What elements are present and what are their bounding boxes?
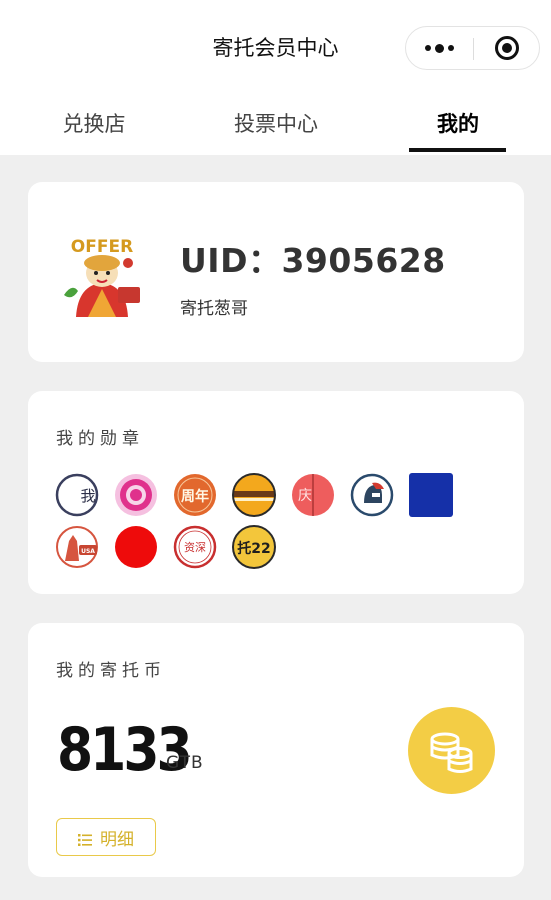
active-tab-indicator (409, 148, 506, 152)
mini-program-capsule (405, 26, 540, 70)
detail-button[interactable]: 明细 (56, 818, 156, 856)
tab-bar: 兑换店 投票中心 我的 (0, 100, 551, 155)
medal-wo[interactable]: 我 (55, 473, 99, 517)
svg-text:我: 我 (80, 487, 95, 505)
profile-card: OFFER UID：3905628 寄托葱哥 (28, 182, 524, 362)
medal-flower[interactable] (114, 473, 158, 517)
avatar-offer-text: OFFER (71, 237, 133, 257)
user-id: UID：3905628 (180, 241, 446, 280)
coins-title: 我的寄托币 (56, 661, 166, 681)
tab-exchange-store[interactable]: 兑换店 (34, 108, 154, 138)
medal-blue-square[interactable] (409, 473, 453, 517)
svg-text:周年: 周年 (181, 488, 209, 505)
svg-text:USA: USA (81, 548, 95, 555)
medal-tuo22[interactable]: 托22 (232, 525, 276, 569)
medal-grid: 我 周年 庆 USA 资深 托22 (55, 473, 495, 573)
medals-card: 我的勋章 我 周年 庆 USA 资深 托22 (28, 391, 524, 594)
medal-zishen[interactable]: 资深 (173, 525, 217, 569)
more-icon[interactable] (406, 27, 473, 69)
medal-zhounian[interactable]: 周年 (173, 473, 217, 517)
detail-label: 明细 (100, 829, 134, 850)
avatar[interactable]: OFFER (58, 225, 146, 321)
coins-card: 我的寄托币 8133 GTB 明细 (28, 623, 524, 877)
coin-stack-icon[interactable] (408, 707, 495, 794)
medal-stripe[interactable] (232, 473, 276, 517)
top-bar: 寄托会员中心 兑换店 投票中心 我的 (0, 0, 551, 155)
medal-red[interactable] (114, 525, 158, 569)
medal-spartan[interactable] (350, 473, 394, 517)
coin-amount: 8133 (57, 716, 193, 785)
medals-title: 我的勋章 (56, 429, 144, 449)
coin-unit: GTB (166, 753, 204, 773)
svg-text:庆: 庆 (298, 488, 312, 504)
tab-mine[interactable]: 我的 (398, 108, 518, 138)
close-icon[interactable] (495, 36, 519, 60)
medal-usa[interactable]: USA (55, 525, 99, 569)
svg-text:托22: 托22 (237, 540, 270, 557)
list-icon (78, 831, 92, 846)
svg-text:资深: 资深 (184, 541, 206, 554)
tab-voting-center[interactable]: 投票中心 (216, 108, 336, 138)
user-nickname: 寄托葱哥 (180, 299, 248, 319)
capsule-divider (473, 38, 474, 60)
medal-qing[interactable]: 庆 (291, 473, 335, 517)
